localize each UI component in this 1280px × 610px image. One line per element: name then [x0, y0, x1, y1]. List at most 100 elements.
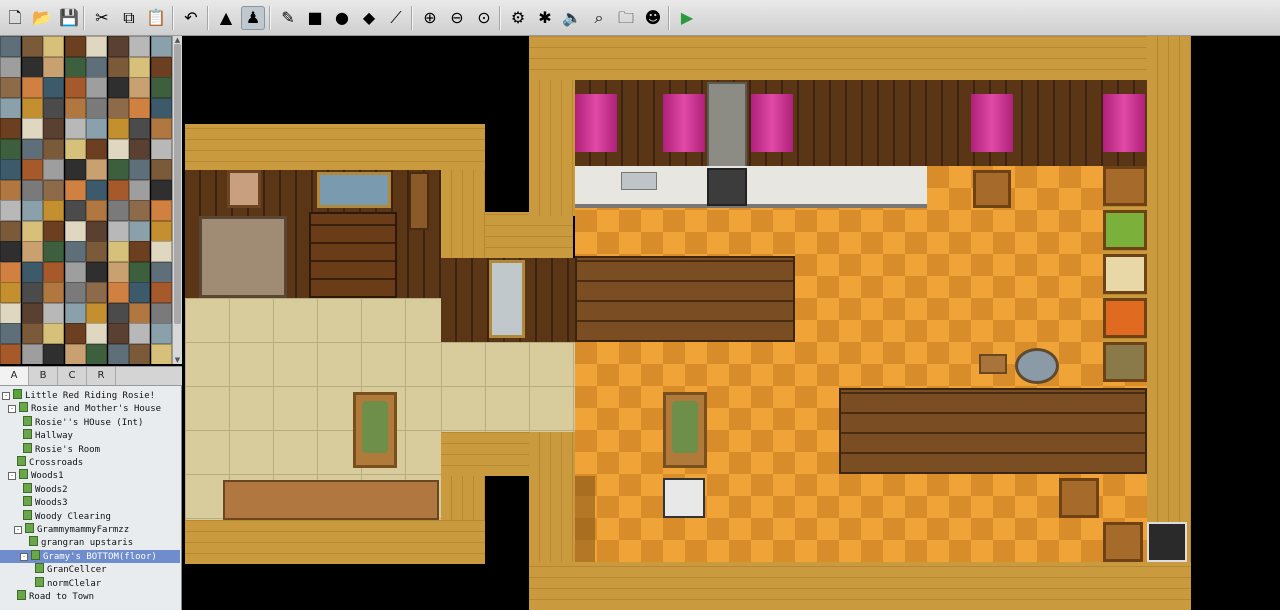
map-tree-item[interactable]: Rosie's Room [23, 442, 100, 456]
playtest-button[interactable]: ▶ [675, 6, 699, 30]
tileset-tile[interactable] [0, 200, 21, 221]
tileset-tile[interactable] [86, 241, 107, 262]
map-tree-item[interactable]: Woods3 [23, 496, 68, 509]
tileset-tile[interactable] [0, 261, 21, 283]
tileset-tile[interactable] [43, 343, 64, 364]
tileset-tile[interactable] [64, 159, 86, 180]
undo-button[interactable]: ↶ [179, 6, 203, 30]
tileset-tile[interactable] [150, 241, 172, 262]
scrollbar-thumb[interactable] [174, 44, 181, 324]
tileset-tile[interactable] [86, 200, 107, 221]
tileset-tile[interactable] [21, 56, 43, 78]
tileset-tile[interactable] [86, 179, 107, 201]
tileset-tile[interactable] [86, 282, 107, 303]
tileset-tile[interactable] [129, 118, 150, 139]
tileset-tile[interactable] [43, 220, 64, 242]
tileset-tile[interactable] [43, 118, 64, 139]
tileset-tile[interactable] [129, 323, 150, 344]
tileset-tile[interactable] [150, 36, 172, 57]
character-generator-button[interactable]: ☻ [641, 6, 665, 30]
tileset-tile[interactable] [64, 241, 86, 262]
tileset-tile[interactable] [150, 343, 172, 364]
tileset-tile[interactable] [43, 97, 64, 119]
tileset-tile[interactable] [86, 97, 107, 119]
tileset-tile[interactable] [86, 56, 107, 78]
database-button[interactable]: ⚙ [506, 6, 530, 30]
tileset-tile[interactable] [64, 261, 86, 283]
tileset-tile[interactable] [86, 343, 107, 364]
tileset-palette[interactable] [0, 36, 172, 364]
tileset-tile[interactable] [64, 343, 86, 364]
tileset-tile[interactable] [86, 77, 107, 98]
sound-test-button[interactable]: 🔈 [560, 6, 584, 30]
tileset-tile[interactable] [129, 97, 150, 119]
copy-button[interactable]: ⧉ [117, 6, 141, 30]
tileset-tab-a[interactable]: A [0, 367, 29, 385]
tileset-tile[interactable] [150, 302, 172, 324]
tileset-tile[interactable] [86, 261, 107, 283]
tileset-tile[interactable] [0, 77, 21, 98]
tileset-tile[interactable] [86, 118, 107, 139]
tileset-tile[interactable] [150, 159, 172, 180]
event-tile[interactable] [663, 478, 705, 518]
zoom-in-button[interactable]: ⊕ [418, 6, 442, 30]
zoom-actual-button[interactable]: ⊙ [472, 6, 496, 30]
event-searcher-button[interactable]: ⌕ [587, 6, 611, 30]
tileset-tile[interactable] [129, 343, 150, 364]
map-tree-item[interactable]: normClelar [35, 576, 101, 590]
tileset-tile[interactable] [107, 97, 129, 119]
tileset-tile[interactable] [86, 36, 107, 57]
tileset-tile[interactable] [64, 179, 86, 201]
tileset-tile[interactable] [0, 343, 21, 364]
tileset-tile[interactable] [86, 159, 107, 180]
tileset-tile[interactable] [86, 302, 107, 324]
collapse-toggle-icon[interactable]: - [14, 526, 22, 534]
collapse-toggle-icon[interactable]: - [2, 392, 10, 400]
event-mode-button[interactable]: ♟ [241, 6, 265, 30]
map-tree-item[interactable]: - GrammymammyFarmzz [14, 523, 129, 536]
tileset-tile[interactable] [129, 282, 150, 303]
tileset-tile[interactable] [21, 179, 43, 201]
tileset-tile[interactable] [129, 138, 150, 160]
tileset-tile[interactable] [107, 282, 129, 303]
tileset-tile[interactable] [129, 159, 150, 180]
tileset-tile[interactable] [21, 220, 43, 242]
tileset-tile[interactable] [107, 220, 129, 242]
collapse-toggle-icon[interactable]: - [8, 405, 16, 414]
tileset-tile[interactable] [150, 282, 172, 303]
tileset-tile[interactable] [129, 220, 150, 242]
tileset-tile[interactable] [150, 200, 172, 221]
tileset-tile[interactable] [21, 343, 43, 364]
map-mode-button[interactable]: ▲ [214, 6, 238, 30]
tileset-tile[interactable] [129, 200, 150, 221]
tileset-tile[interactable] [43, 138, 64, 160]
tileset-tab-c[interactable]: C [58, 367, 87, 385]
tileset-tile[interactable] [43, 302, 64, 324]
event-tile[interactable] [1103, 522, 1143, 562]
map-tree-item[interactable]: - Woods1 [8, 469, 64, 482]
tileset-tile[interactable] [21, 97, 43, 119]
tileset-tile[interactable] [21, 138, 43, 160]
tileset-tile[interactable] [43, 56, 64, 78]
tileset-tile[interactable] [21, 77, 43, 98]
tileset-tile[interactable] [43, 241, 64, 262]
collapse-toggle-icon[interactable]: - [20, 552, 28, 561]
tileset-tile[interactable] [86, 138, 107, 160]
tileset-tile[interactable] [64, 323, 86, 344]
tileset-tile[interactable] [64, 36, 86, 57]
map-tree-item[interactable]: - Gramy's BOTTOM(floor) [0, 549, 180, 563]
tileset-tile[interactable] [107, 200, 129, 221]
rectangle-tool-button[interactable]: ■ [303, 6, 327, 30]
shadow-pen-button[interactable]: ⟋ [384, 6, 408, 30]
tileset-tile[interactable] [43, 200, 64, 221]
tileset-tile[interactable] [107, 77, 129, 98]
map-tree-item[interactable]: Woody Clearing [23, 509, 111, 523]
tileset-tile[interactable] [150, 323, 172, 344]
plugin-manager-button[interactable]: ✱ [533, 6, 557, 30]
map-tree-item[interactable]: GranCellcer [35, 563, 107, 576]
tileset-tile[interactable] [21, 302, 43, 324]
tileset-tile[interactable] [129, 302, 150, 324]
tileset-tile[interactable] [0, 241, 21, 262]
new-project-button[interactable]: 🗋 [3, 6, 27, 30]
tileset-tile[interactable] [0, 323, 21, 344]
